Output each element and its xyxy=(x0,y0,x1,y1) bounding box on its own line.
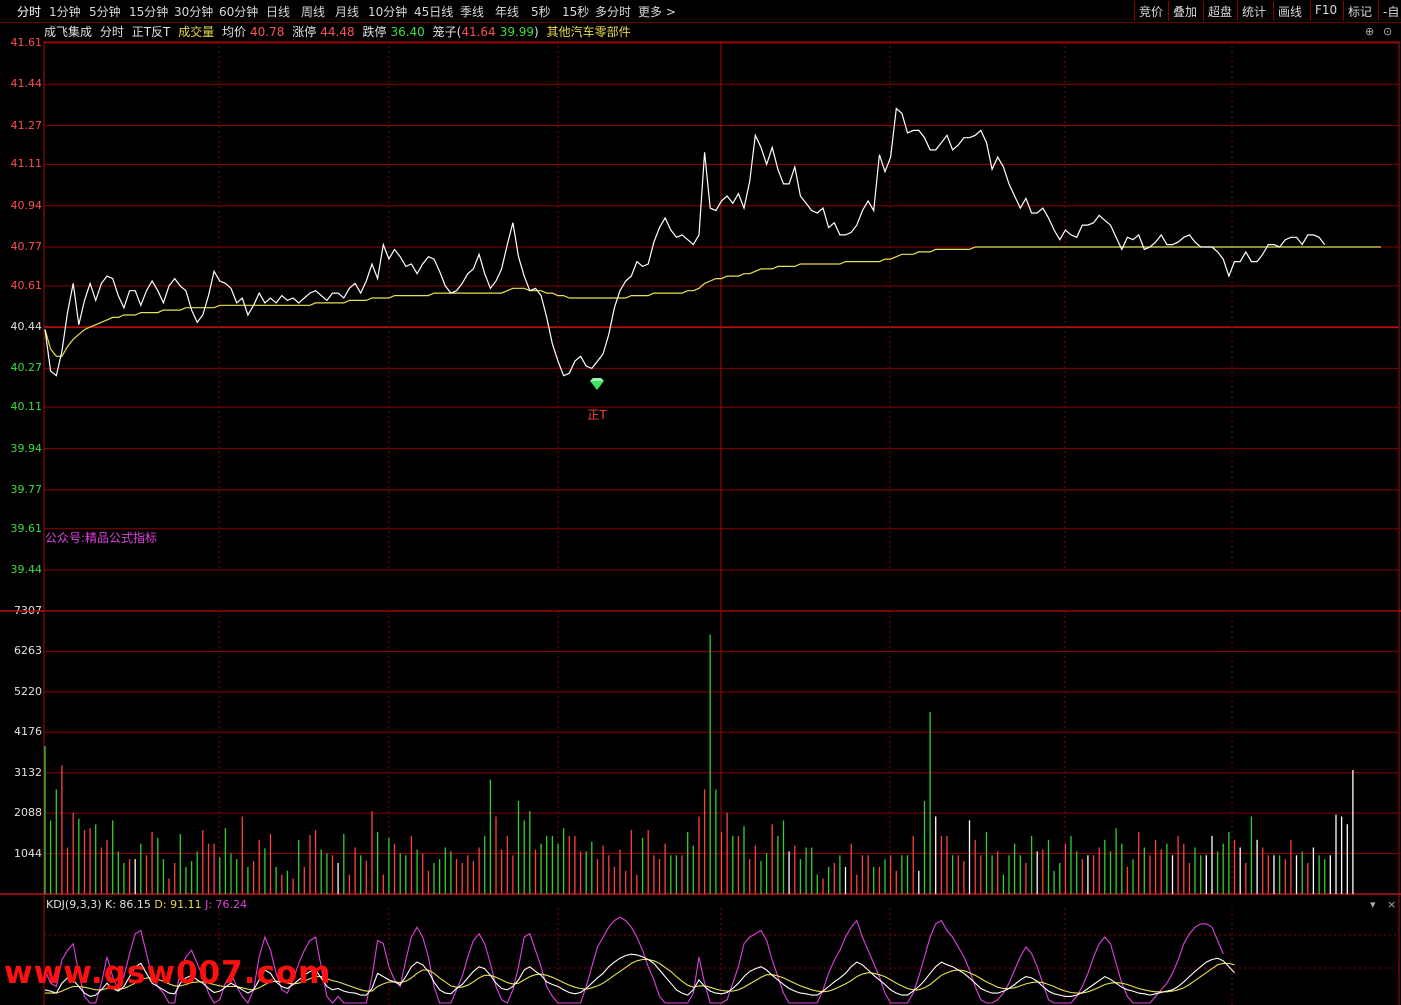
tool-separator xyxy=(1203,1,1204,21)
tool-separator xyxy=(1134,1,1135,21)
dropdown-icon[interactable]: ▾ xyxy=(1370,898,1376,911)
kdj-d-value: D: 91.11 xyxy=(154,898,202,911)
period-tab-11[interactable]: 季线 xyxy=(460,3,484,20)
period-tab-0[interactable]: 分时 xyxy=(17,3,41,20)
stock-name[interactable]: 成飞集成 xyxy=(44,25,92,39)
avg-value: 40.78 xyxy=(250,25,285,39)
period-tab-15[interactable]: 多分时 xyxy=(595,3,631,20)
period-toolbar: 分时 1分钟 5分钟 15分钟 30分钟 60分钟 日线 周线 月线 10分钟 45日线 季线 年线 5秒… xyxy=(0,0,1401,23)
price-tick-label: 39.61 xyxy=(10,521,43,535)
period-tab-4[interactable]: 30分钟 xyxy=(174,3,213,20)
period-tab-12[interactable]: 年线 xyxy=(495,3,519,20)
period-tab-6[interactable]: 日线 xyxy=(266,3,290,20)
average-price-line xyxy=(44,246,1382,357)
limit-up-value: 44.48 xyxy=(320,25,355,39)
period-tab-16[interactable]: 更多 > xyxy=(638,3,676,20)
period-tab-7[interactable]: 周线 xyxy=(301,3,325,20)
kdj-k-value: K: 86.15 xyxy=(105,898,151,911)
period-tab-9[interactable]: 10分钟 xyxy=(368,3,407,20)
volume-label: 成交量 xyxy=(178,25,215,39)
volume-tick-label: 7307 xyxy=(14,604,42,617)
avg-label: 均价 xyxy=(222,25,247,39)
period-tab-1[interactable]: 1分钟 xyxy=(49,3,81,20)
close-icon[interactable]: × xyxy=(1387,898,1396,911)
period-tab-14[interactable]: 15秒 xyxy=(562,3,589,20)
period-tab-8[interactable]: 月线 xyxy=(335,3,359,20)
cage-close: ) xyxy=(534,25,539,39)
price-line xyxy=(44,107,1326,377)
period-tab-10[interactable]: 45日线 xyxy=(414,3,453,20)
kdj-label[interactable]: KDJ(9,3,3) xyxy=(46,898,102,911)
intraday-chart: 正T 公众号:精品公式指标 xyxy=(0,41,1401,1005)
period-tab-3[interactable]: 15分钟 xyxy=(129,3,168,20)
price-tick-label: 39.77 xyxy=(10,482,43,496)
price-tick-label: 41.11 xyxy=(10,157,43,171)
tool-button-6[interactable]: 标记 xyxy=(1348,3,1372,20)
tool-separator xyxy=(1378,1,1379,21)
grid xyxy=(0,41,1401,1005)
volume-tick-label: 5220 xyxy=(14,684,42,698)
price-tick-label: 39.94 xyxy=(10,441,43,455)
cage-label: 笼子( xyxy=(432,25,462,39)
tool-button-5[interactable]: F10 xyxy=(1315,3,1337,17)
tool-separator xyxy=(1273,1,1274,21)
price-tick-label: 40.77 xyxy=(10,240,43,253)
tool-button-0[interactable]: 竞价 xyxy=(1139,3,1163,20)
tool-button-7[interactable]: -自 xyxy=(1383,3,1399,20)
price-tick-label: 39.44 xyxy=(10,563,43,576)
price-tick-label: 40.61 xyxy=(10,278,43,292)
volume-tick-label: 1044 xyxy=(14,846,42,860)
price-tick-label: 40.11 xyxy=(10,400,43,414)
watermark: www.gsw007.com xyxy=(4,955,332,991)
price-tick-label: 41.27 xyxy=(10,118,43,132)
source-note: 公众号:精品公式指标 xyxy=(45,530,157,545)
limit-down-value: 36.40 xyxy=(390,25,425,39)
price-tick-label: 41.61 xyxy=(10,36,43,49)
limit-up-label: 涨停 xyxy=(292,25,317,39)
signal-marker: 正T xyxy=(587,378,607,422)
volume-tick-label: 4176 xyxy=(14,725,42,739)
tool-button-4[interactable]: 画线 xyxy=(1278,3,1302,20)
diamond-icon xyxy=(590,381,604,390)
period-tab-5[interactable]: 60分钟 xyxy=(219,3,258,20)
kdj-j-value: J: 76.24 xyxy=(205,898,248,911)
cage-high: 41.64 xyxy=(461,25,496,39)
limit-down-label: 跌停 xyxy=(362,25,387,39)
price-tick-label: 41.44 xyxy=(10,77,43,91)
tool-separator xyxy=(1168,1,1169,21)
indicator-label[interactable]: 正T反T xyxy=(132,25,171,39)
tool-separator xyxy=(1343,1,1344,21)
volume-tick-label: 2088 xyxy=(14,806,42,820)
price-tick-label: 40.44 xyxy=(10,320,43,334)
price-tick-label: 40.94 xyxy=(10,198,43,212)
signal-label: 正T xyxy=(587,408,607,422)
mode-label: 分时 xyxy=(99,25,124,39)
tool-button-1[interactable]: 叠加 xyxy=(1173,3,1197,20)
period-tab-13[interactable]: 5秒 xyxy=(531,3,551,20)
price-tick-label: 40.27 xyxy=(10,361,43,375)
volume-tick-label: 6263 xyxy=(14,644,42,658)
tool-button-2[interactable]: 超盘 xyxy=(1208,3,1232,20)
volume-tick-label: 3132 xyxy=(14,765,42,779)
tool-separator xyxy=(1237,1,1238,21)
period-tab-2[interactable]: 5分钟 xyxy=(89,3,121,20)
tool-separator xyxy=(1310,1,1311,21)
cage-low: 39.99 xyxy=(499,25,535,39)
volume-bars xyxy=(44,634,1354,894)
sector-label[interactable]: 其他汽车零部件 xyxy=(547,25,631,39)
settings-icon[interactable]: ⊙ xyxy=(1383,25,1392,38)
expand-icon[interactable]: ⊕ xyxy=(1365,25,1374,38)
kdj-legend: KDJ(9,3,3) K: 86.15 D: 91.11 J: 76.24 xyxy=(46,898,247,911)
tool-button-3[interactable]: 统计 xyxy=(1242,3,1266,20)
info-bar: 成飞集成 分时 正T反T 成交量 均价 40.78 涨停 44.48 跌停 36.40… xyxy=(44,23,635,41)
